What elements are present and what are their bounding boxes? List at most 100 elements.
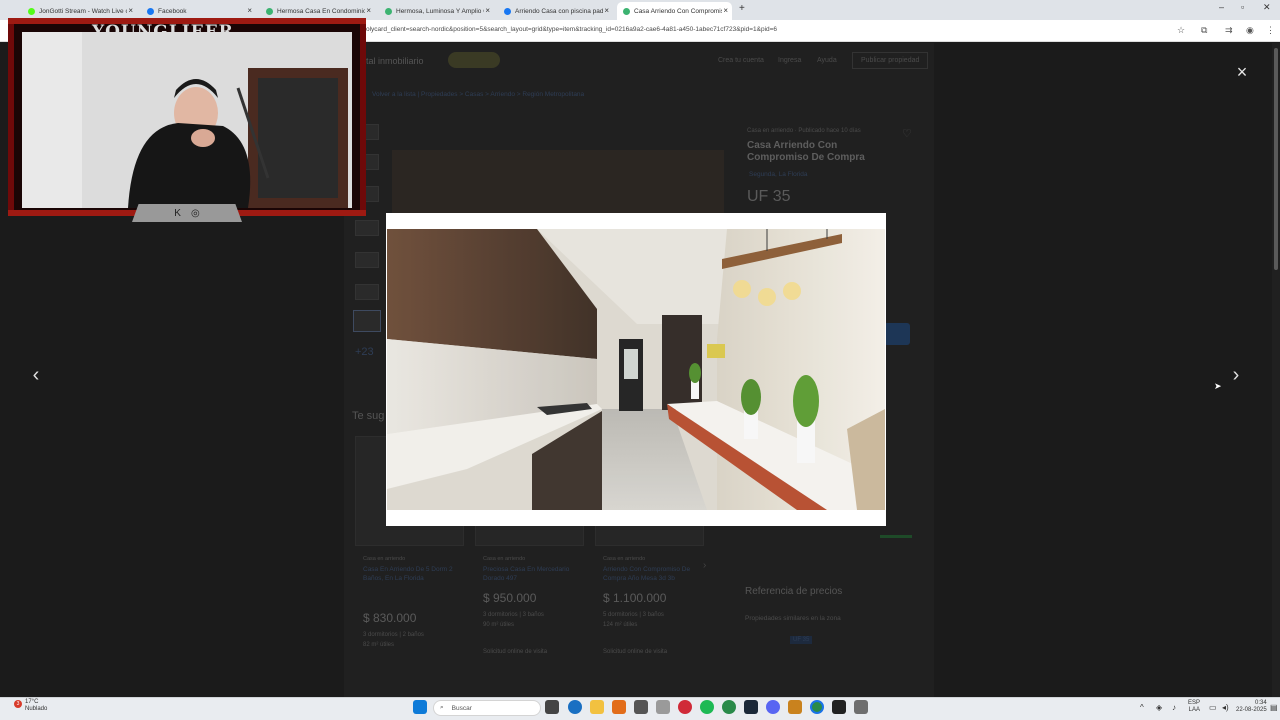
card-title[interactable]: Arriendo Con Compromiso De Compra Año Me… — [603, 565, 701, 583]
tab-favicon-icon — [623, 7, 630, 15]
profile-icon[interactable]: ◉ — [1246, 25, 1254, 36]
gallery-thumbnail[interactable] — [355, 220, 379, 236]
card-price: $ 950.000 — [483, 591, 537, 605]
card-area: 124 m² útiles — [603, 622, 638, 628]
start-menu-icon[interactable] — [413, 700, 427, 714]
browser-tab[interactable]: Arriendo Casa con piscina pad × — [498, 2, 613, 20]
lightbox-close-icon[interactable]: × — [1232, 62, 1252, 82]
maximize-icon[interactable]: ▫ — [1241, 2, 1244, 12]
browser-tab[interactable]: Hermosa, Luminosa Y Amplio C × — [379, 2, 494, 20]
app-icon[interactable] — [788, 700, 802, 714]
tray-chevron-icon[interactable]: ^ — [1140, 703, 1144, 712]
edge-icon[interactable] — [568, 700, 582, 714]
steam-icon[interactable] — [744, 700, 758, 714]
bookmark-star-icon[interactable]: ☆ — [1177, 25, 1185, 36]
volume-icon[interactable]: ◂) — [1222, 703, 1229, 712]
lang-bottom: LAA — [1188, 707, 1201, 713]
progress-bar — [880, 535, 912, 538]
card-price: $ 1.100.000 — [603, 591, 667, 605]
cast-icon[interactable]: ⇉ — [1225, 25, 1233, 36]
card-specs: 3 dormitorios | 2 baños — [363, 632, 424, 638]
card-area: 90 m² útiles — [483, 622, 515, 628]
gallery-thumbnail[interactable] — [355, 252, 379, 268]
language-indicator[interactable]: ESP LAA — [1188, 700, 1200, 714]
task-view-icon[interactable] — [545, 700, 559, 714]
main-photo-dimmed[interactable] — [392, 150, 724, 214]
notification-center-icon[interactable]: ▤ — [1270, 703, 1278, 712]
webcam-overlay — [8, 18, 366, 216]
nav-help[interactable]: Ayuda — [817, 57, 837, 64]
app-icon[interactable] — [612, 700, 626, 714]
tab-close-icon[interactable]: × — [128, 6, 133, 15]
clock[interactable]: 0:34 22-08-2025 — [1236, 700, 1267, 714]
tab-favicon-icon — [504, 7, 511, 15]
window-close-icon[interactable]: ✕ — [1263, 2, 1271, 13]
nav-login[interactable]: Ingresa — [778, 57, 801, 64]
network-icon[interactable]: ▭ — [1209, 703, 1217, 712]
streamer-brand-logo: YOUNGLIEER — [92, 22, 234, 42]
tab-title: Hermosa, Luminosa Y Amplio C — [396, 7, 484, 15]
tab-title: Facebook — [158, 7, 187, 15]
clock-date: 22-08-2025 — [1236, 707, 1267, 713]
media-player-icon[interactable] — [678, 700, 692, 714]
browser-menu-icon[interactable]: ⋮ — [1266, 25, 1275, 36]
card-title[interactable]: Preciosa Casa En Mercedario Dorado 497 — [483, 565, 581, 583]
extensions-icon[interactable]: ⧉ — [1201, 25, 1207, 36]
card-title[interactable]: Casa En Arriendo De 5 Dorm 2 Baños, En L… — [363, 565, 461, 583]
social-icons-bar: K ◎ — [132, 204, 242, 222]
search-icon: ⌕ — [440, 704, 444, 711]
tray-app-icon[interactable]: ◈ — [1156, 703, 1162, 712]
tab-close-icon[interactable]: × — [723, 6, 728, 15]
card-specs: 5 dormitorios | 3 baños — [603, 612, 664, 618]
similar-properties-label: Propiedades similares en la zona — [745, 615, 841, 622]
microphone-icon[interactable]: ♪ — [1172, 703, 1176, 712]
app-icon[interactable] — [832, 700, 846, 714]
browser-tab[interactable]: Casa Arriendo Con Compromis × — [617, 2, 732, 20]
calculator-icon[interactable] — [854, 700, 868, 714]
chrome-active-icon[interactable] — [810, 700, 824, 714]
card-visit-link[interactable]: Solicitud online de visita — [483, 649, 547, 655]
weather-temp: 17°C — [25, 699, 39, 705]
lightbox-prev-icon[interactable]: ‹ — [25, 364, 47, 386]
weather-desc: Nublado — [25, 706, 48, 712]
file-explorer-icon[interactable] — [590, 700, 604, 714]
discord-icon[interactable] — [766, 700, 780, 714]
taskbar-search[interactable]: ⌕ Buscar — [433, 700, 541, 716]
breadcrumb[interactable]: Volver a la lista | Propiedades > Casas … — [372, 91, 584, 98]
kitchen-photo — [387, 229, 885, 510]
nav-create-account[interactable]: Crea tu cuenta — [718, 57, 764, 64]
scrollbar-thumb[interactable] — [1274, 48, 1278, 270]
favorite-heart-icon[interactable]: ♡ — [902, 127, 912, 140]
tab-close-icon[interactable]: × — [485, 6, 490, 15]
address-bar-url[interactable]: olycard_client=search-nordic&position=5&… — [366, 26, 777, 33]
listing-location[interactable]: Segunda, La Florida — [749, 171, 808, 178]
carousel-next-icon[interactable]: › — [703, 560, 706, 571]
settings-icon[interactable] — [634, 700, 648, 714]
lang-top: ESP — [1188, 700, 1201, 706]
weather-widget[interactable]: 17°C Nublado — [12, 699, 47, 713]
tab-favicon-icon — [28, 7, 35, 15]
kick-icon: K — [174, 207, 181, 219]
listing-title: Casa Arriendo Con Compromiso De Compra — [747, 140, 865, 163]
spotify-icon[interactable] — [700, 700, 714, 714]
listing-meta: Casa en arriendo · Publicado hace 10 día… — [747, 128, 861, 134]
card-visit-link[interactable]: Solicitud online de visita — [603, 649, 667, 655]
price-reference-heading: Referencia de precios — [745, 586, 843, 597]
tab-close-icon[interactable]: × — [247, 6, 252, 15]
tab-favicon-icon — [385, 7, 392, 15]
tab-close-icon[interactable]: × — [604, 6, 609, 15]
publish-button[interactable]: Publicar propiedad — [852, 52, 929, 69]
gallery-thumbnail[interactable] — [355, 284, 379, 300]
card-price: $ 830.000 — [363, 611, 417, 625]
chrome-icon[interactable] — [722, 700, 736, 714]
app-icon[interactable] — [656, 700, 670, 714]
new-tab-button[interactable]: + — [739, 3, 745, 14]
minimize-icon[interactable]: – — [1219, 2, 1224, 12]
gallery-thumbnail-selected[interactable] — [353, 310, 381, 332]
card-kind: Casa en arriendo — [483, 556, 526, 562]
tab-close-icon[interactable]: × — [366, 6, 371, 15]
more-photos-count[interactable]: +23 — [355, 346, 374, 358]
lightbox-next-icon[interactable]: › — [1225, 364, 1247, 386]
contact-button[interactable] — [884, 323, 910, 345]
card-kind: Casa en arriendo — [603, 556, 646, 562]
